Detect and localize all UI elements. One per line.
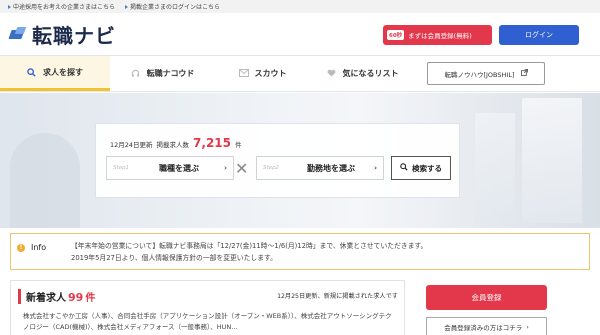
heart-icon [327,69,336,78]
background-photo-window [522,98,582,223]
background-photo-person [10,133,80,228]
logo-text: 転職ナビ [32,23,116,48]
headset-icon [131,69,140,78]
hero-search-area: 12月24日更新 掲載求人数 7,215 件 Step1 職種を選ぶ › ✕ S… [0,93,600,228]
corporate-recruit-link-label: 中途採用をお考えの企業さまはこちら [13,4,116,11]
corporate-recruit-link[interactable]: 中途採用をお考えの企業さまはこちら [8,2,115,11]
chevron-right-icon: › [224,164,227,172]
knowhow-link-label: 転職ノウハウ[JOBSHIL] [444,70,515,79]
background-photo-window [475,113,515,223]
job-count-label: 掲載求人数 [156,141,190,149]
updated-date: 12月24日更新 [110,141,153,149]
new-jobs-title-label: 新着求人 [26,293,66,304]
info-message-holiday[interactable]: 【年末年始の営業について】転職ナビ事務局は「12/27(金)11時〜1/6(月)… [71,240,427,252]
info-notice: ! Info 【年末年始の営業について】転職ナビ事務局は「12/27(金)11時… [10,233,590,270]
site-logo[interactable]: 転職ナビ [8,20,116,49]
side-register-button[interactable]: 会員登録 [426,285,547,310]
job-count-summary: 12月24日更新 掲載求人数 7,215 件 [110,136,242,150]
login-button[interactable]: ログイン [499,25,579,45]
work-location-select-label: 勤務地を選ぶ [307,163,355,173]
already-member-button[interactable]: 会員登録済みの方はコチラ › [426,317,547,335]
step1-label: Step1 [113,165,130,171]
arrow-icon [8,4,11,9]
new-jobs-date-note: 12月25日更新、新規に掲載された求人です [277,293,398,300]
nav-item-label: 求人を探す [43,67,83,77]
info-icon: ! [17,243,25,252]
new-jobs-count-unit: 件 [85,293,96,304]
job-category-select[interactable]: Step1 職種を選ぶ › [106,156,234,180]
nav-item-nakoudo[interactable]: 転職ナコウド [110,56,215,91]
corporate-login-link-label: 掲載企業さまのログインはこちら [130,4,221,11]
main-nav: 求人を探す 転職ナコウド スカウト 気になるリスト 転職ノウハウ[JOBSHIL… [0,55,600,92]
search-icon [27,67,36,77]
nav-item-scout[interactable]: スカウト [215,56,310,91]
new-jobs-title: 新着求人 99 件 [18,289,95,304]
site-header: 転職ナビ 60秒 まずは会員登録(無料) ログイン [0,13,600,55]
new-jobs-list[interactable]: 株式会社すこやか工房（人事）、合同会社手房（アプリケーション設計（オープン・WE… [23,311,395,333]
chevron-right-icon: › [526,322,529,331]
register-time-badge: 60秒 [387,30,405,40]
info-label: Info [31,243,47,252]
nav-item-job-search[interactable]: 求人を探す [0,56,110,91]
top-links-bar: 中途採用をお考えの企業さまはこちら 掲載企業さまのログインはこちら [0,0,600,13]
arrow-icon [125,4,129,9]
job-search-panel: 12月24日更新 掲載求人数 7,215 件 Step1 職種を選ぶ › ✕ S… [95,123,460,198]
nav-item-label: 転職ナコウド [146,69,195,78]
nav-item-label: スカウト [254,69,287,78]
new-jobs-section: 新着求人 99 件 12月25日更新、新規に掲載された求人です 株式会社すこやか… [10,280,405,335]
work-location-select[interactable]: Step2 勤務地を選ぶ › [256,156,384,180]
info-heading: ! Info [17,243,46,252]
job-category-select-label: 職種を選ぶ [159,163,199,173]
register-button[interactable]: 60秒 まずは会員登録(無料) [383,25,492,45]
external-link-icon [520,69,528,78]
search-icon [400,163,408,173]
mail-icon [238,69,249,78]
cross-icon: ✕ [235,159,249,178]
nav-item-label: 気になるリスト [342,69,399,78]
new-jobs-count: 99 [68,291,84,304]
logo-mark-icon [8,27,28,41]
knowhow-link-button[interactable]: 転職ノウハウ[JOBSHIL] [427,62,545,85]
register-button-label: まずは会員登録(無料) [408,32,472,40]
search-button-label: 検索する [412,163,442,173]
nav-item-favorites[interactable]: 気になるリスト [310,56,415,91]
job-count-value: 7,215 [193,136,232,150]
info-message-privacy[interactable]: 2019年5月27日より、個人情報保護方針の一部を変更いたします。 [71,252,427,264]
step2-label: Step2 [263,165,280,171]
chevron-right-icon: › [374,164,377,172]
info-messages: 【年末年始の営業について】転職ナビ事務局は「12/27(金)11時〜1/6(月)… [71,240,427,264]
already-member-label: 会員登録済みの方はコチラ [444,323,523,332]
corporate-login-link[interactable]: 掲載企業さまのログインはこちら [125,2,220,11]
job-count-unit: 件 [235,141,242,149]
search-button[interactable]: 検索する [391,156,451,180]
